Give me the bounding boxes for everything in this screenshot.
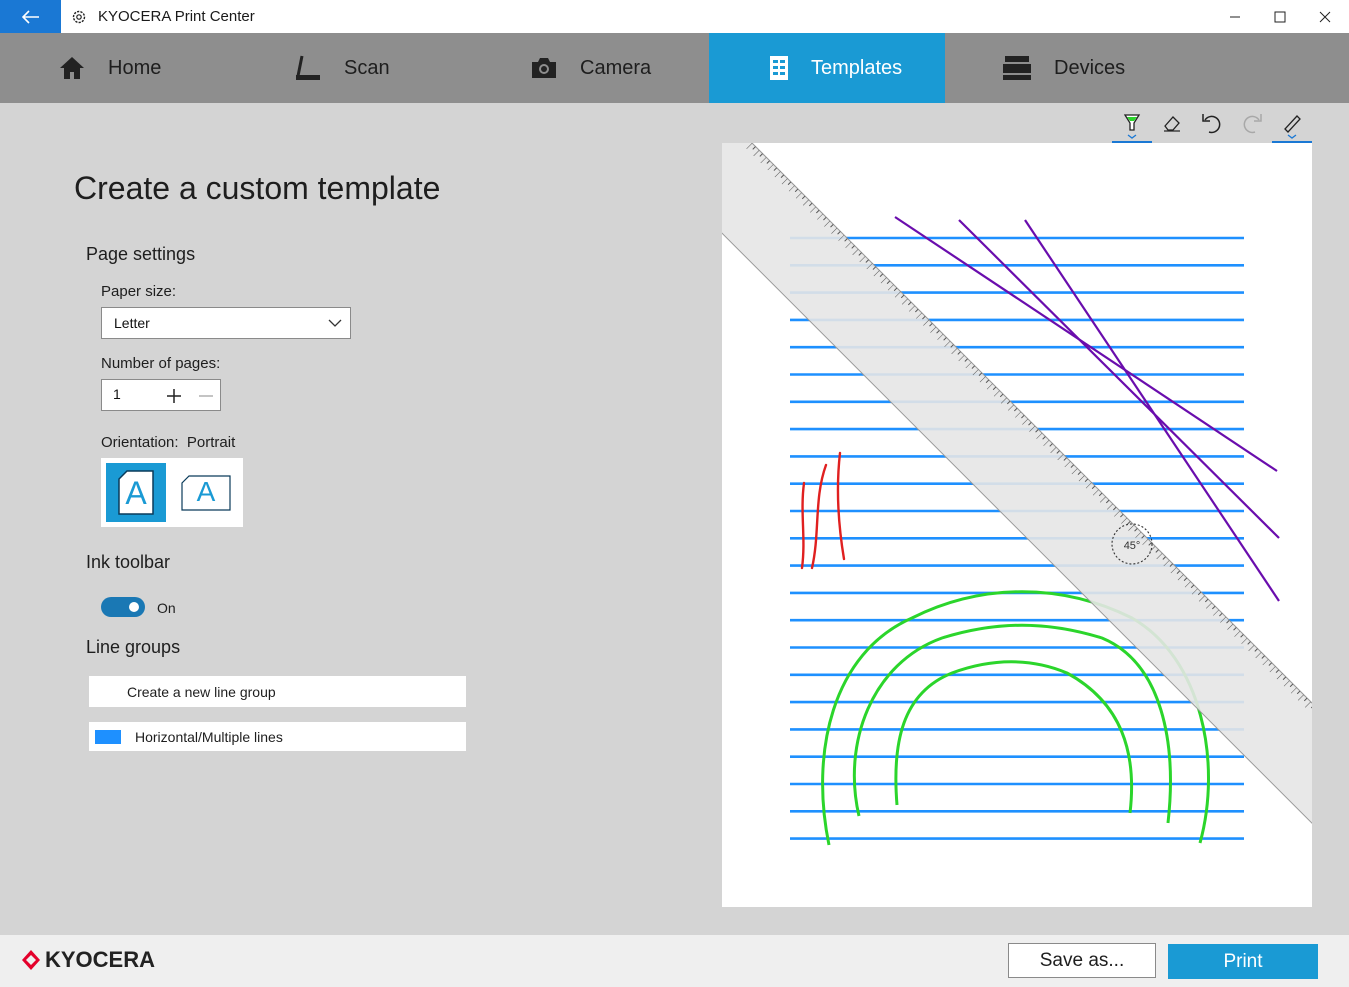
- template-icon: [770, 56, 788, 80]
- red-stroke: [800, 481, 806, 570]
- orientation-value: Portrait: [186, 434, 236, 451]
- line-groups-heading: Line groups: [86, 637, 181, 657]
- toggle-state-label: On: [157, 600, 176, 616]
- eraser-icon[interactable]: [1162, 114, 1182, 132]
- minus-icon[interactable]: [198, 388, 214, 404]
- pages-input[interactable]: 1: [113, 386, 121, 402]
- orientation-row: Orientation: Portrait: [101, 434, 235, 451]
- portrait-option[interactable]: A: [106, 463, 166, 522]
- tab-camera[interactable]: Camera: [530, 33, 730, 103]
- create-line-group-button[interactable]: Create a new line group: [89, 676, 466, 707]
- back-button[interactable]: [0, 0, 61, 33]
- tab-label: Home: [108, 56, 162, 79]
- save-as-button[interactable]: Save as...: [1008, 943, 1156, 978]
- page-settings-heading: Page settings: [86, 244, 196, 264]
- main-nav: Home Scan Camera Templates Devices: [0, 33, 1349, 103]
- printer-icon: [1003, 56, 1031, 80]
- pen-tool[interactable]: [1112, 108, 1152, 143]
- line-group-color-swatch: [95, 730, 121, 744]
- tab-label: Scan: [344, 56, 390, 79]
- back-arrow-icon: [21, 9, 39, 24]
- window-title: KYOCERA Print Center: [98, 8, 255, 25]
- green-arc: [852, 623, 1172, 824]
- ruler-icon: [1284, 115, 1301, 139]
- canvas-drawing: 45°: [722, 143, 1312, 869]
- undo-icon[interactable]: [1201, 112, 1223, 134]
- kyocera-wordmark: KYOCERA: [45, 947, 156, 972]
- chevron-down-icon: [328, 319, 342, 327]
- landscape-option[interactable]: A: [181, 475, 231, 512]
- camera-icon: [532, 58, 556, 78]
- page-title: Create a custom template: [74, 170, 441, 206]
- ruler-tool[interactable]: [1272, 108, 1312, 143]
- toggle-knob: [129, 602, 139, 612]
- tab-templates[interactable]: Templates: [709, 33, 945, 103]
- pages-label: Number of pages:: [101, 355, 221, 372]
- maximize-icon: [1274, 11, 1286, 22]
- title-bar: KYOCERA Print Center: [0, 0, 1349, 33]
- maximize-button[interactable]: [1257, 0, 1303, 33]
- template-canvas[interactable]: 45°: [722, 143, 1312, 907]
- tab-label: Templates: [811, 56, 903, 79]
- red-stroke: [836, 451, 846, 561]
- pen-icon: [1123, 114, 1141, 139]
- settings-icon[interactable]: [71, 9, 87, 25]
- ink-toolbar-toggle[interactable]: [101, 597, 145, 617]
- orientation-selector: A A: [101, 458, 243, 527]
- landscape-glyph: A: [196, 476, 216, 507]
- line-group-item[interactable]: Horizontal/Multiple lines: [89, 722, 466, 751]
- minimize-button[interactable]: [1212, 0, 1258, 33]
- paper-size-value: Letter: [114, 315, 150, 331]
- close-button[interactable]: [1302, 0, 1348, 33]
- close-icon: [1319, 11, 1331, 22]
- line-group-label: Horizontal/Multiple lines: [135, 729, 283, 745]
- scanner-icon: [296, 55, 320, 80]
- green-arc: [894, 660, 1134, 814]
- print-button[interactable]: Print: [1168, 944, 1318, 979]
- paper-size-dropdown[interactable]: Letter: [101, 307, 351, 339]
- minimize-icon: [1230, 16, 1240, 17]
- tab-label: Camera: [580, 56, 652, 79]
- kyocera-mark-icon: [22, 950, 40, 970]
- create-line-group-label: Create a new line group: [127, 684, 276, 700]
- kyocera-logo: KYOCERA: [20, 947, 155, 973]
- home-icon: [60, 57, 84, 79]
- tab-home[interactable]: Home: [58, 33, 258, 103]
- tab-scan[interactable]: Scan: [294, 33, 494, 103]
- portrait-glyph: A: [125, 475, 147, 511]
- plus-icon[interactable]: [166, 388, 182, 404]
- orientation-label: Orientation:: [101, 434, 179, 451]
- ruler-angle-label: 45°: [1124, 540, 1141, 552]
- ruler-overlay: [722, 143, 1312, 869]
- tab-label: Devices: [1054, 56, 1126, 79]
- ink-toolbar-heading: Ink toolbar: [86, 552, 171, 572]
- redo-icon[interactable]: [1241, 112, 1263, 134]
- red-stroke: [810, 463, 828, 570]
- tab-devices[interactable]: Devices: [1002, 33, 1202, 103]
- pages-stepper: 1: [101, 379, 221, 411]
- paper-size-label: Paper size:: [101, 283, 177, 300]
